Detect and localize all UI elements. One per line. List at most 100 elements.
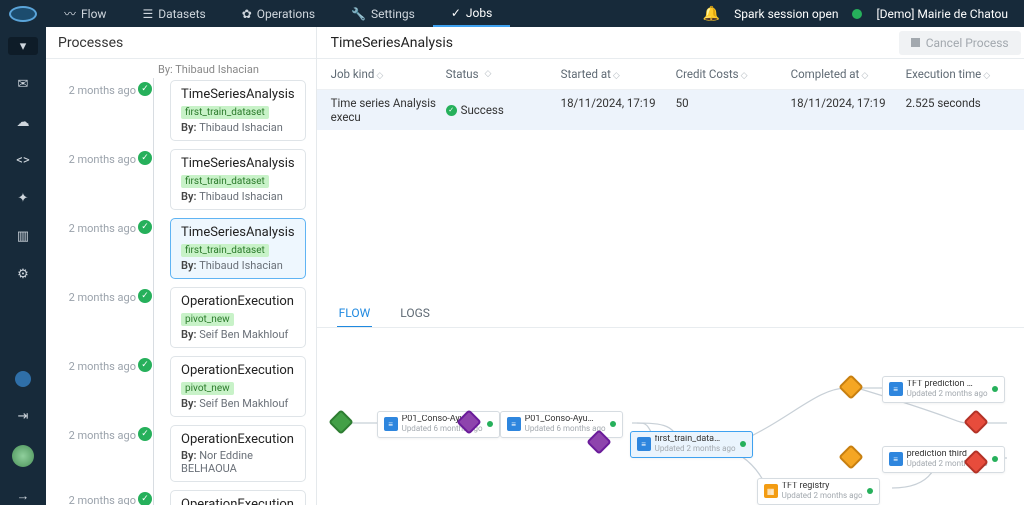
app-logo[interactable]	[0, 0, 46, 27]
flow-op-node[interactable]	[842, 448, 860, 466]
nav-operations-label: Operations	[257, 7, 315, 21]
node-sub: Updated 2 months ago	[655, 445, 736, 454]
process-title: TimeSeriesAnalysis	[181, 225, 295, 240]
process-time: 2 months ago	[69, 153, 136, 166]
process-author: Thibaud Ishacian	[199, 121, 283, 134]
nav-datasets[interactable]: ☰ Datasets	[124, 0, 223, 27]
cell-completed: 18/11/2024, 17:19	[791, 96, 906, 124]
process-item[interactable]: 2 months ago TimeSeriesAnalysis first_tr…	[46, 78, 316, 147]
success-icon	[138, 151, 152, 165]
flow-op-node[interactable]	[590, 433, 608, 451]
status-dot-icon	[487, 421, 493, 427]
col-credit[interactable]: Credit Costs	[676, 67, 739, 81]
process-item[interactable]: 2 months ago OperationExecution pivot_ne…	[46, 285, 316, 354]
user-avatar[interactable]	[12, 445, 34, 467]
flow-op-node[interactable]	[842, 378, 860, 396]
process-item[interactable]: 2 months ago OperationExecution pivot_ne…	[46, 354, 316, 423]
bell-icon[interactable]: 🔔	[703, 6, 720, 22]
main: Processes By: Thibaud Ishacian 2 months …	[46, 27, 1024, 505]
flow-dataset-node[interactable]: ≡P01_Conso-AyusterreUpdated 6 months ago	[377, 411, 500, 438]
nav-operations[interactable]: ✿ Operations	[224, 0, 333, 27]
cell-credit: 50	[676, 96, 791, 124]
sort-icon[interactable]: ◇	[983, 71, 990, 81]
node-sub: Updated 2 months ago	[907, 390, 988, 399]
process-list[interactable]: By: Thibaud Ishacian 2 months ago TimeSe…	[46, 59, 316, 505]
col-completed[interactable]: Completed at	[791, 67, 860, 81]
flow-op-node[interactable]	[967, 453, 985, 471]
flow-op-node[interactable]	[460, 413, 478, 431]
cancel-label: Cancel Process	[926, 36, 1009, 50]
status-dot-icon	[992, 456, 998, 462]
sort-icon[interactable]: ◇	[376, 71, 383, 81]
process-author: Seif Ben Makhlouf	[199, 328, 288, 341]
nav-flow[interactable]: 〰 Flow	[46, 0, 124, 27]
processes-panel: Processes By: Thibaud Ishacian 2 months …	[46, 27, 317, 505]
tab-logs[interactable]: LOGS	[398, 300, 432, 327]
cell-status: Success	[461, 103, 504, 117]
mail-icon[interactable]: ✉	[14, 75, 32, 93]
registry-icon: ▦	[764, 484, 778, 498]
expand-icon[interactable]: →	[14, 487, 32, 505]
flow-op-node[interactable]	[332, 413, 350, 431]
wrench-icon: 🔧	[351, 7, 366, 21]
col-exec[interactable]: Execution time	[906, 67, 982, 81]
col-started[interactable]: Started at	[561, 67, 611, 81]
tenant-label[interactable]: [Demo] Mairie de Chatou	[876, 7, 1008, 21]
process-item-selected[interactable]: 2 months ago TimeSeriesAnalysis first_tr…	[46, 216, 316, 285]
gear-hex-icon	[838, 374, 863, 399]
topbar: 〰 Flow ☰ Datasets ✿ Operations 🔧 Setting…	[0, 0, 1024, 27]
process-tag: first_train_dataset	[181, 106, 269, 119]
detail-title: TimeSeriesAnalysis	[331, 35, 453, 51]
col-status[interactable]: Status	[446, 67, 479, 81]
process-author: Seif Ben Makhlouf	[199, 397, 288, 410]
nav-flow-label: Flow	[81, 7, 106, 21]
topbar-right: 🔔 Spark session open [Demo] Mairie de Ch…	[703, 6, 1024, 22]
process-author: Thibaud Ishacian	[199, 190, 283, 203]
cell-exec: 2.525 seconds	[906, 96, 1021, 124]
code-icon[interactable]: <>	[14, 151, 32, 169]
flow-dataset-node-selected[interactable]: ≡first_train_datasetUpdated 2 months ago	[630, 431, 753, 458]
puzzle-icon[interactable]: ✦	[14, 189, 32, 207]
dataset-icon: ≡	[889, 382, 903, 396]
flow-op-node[interactable]	[967, 413, 985, 431]
sort-icon[interactable]: ◇	[613, 71, 620, 81]
table-row[interactable]: Time series Analysis execu Success 18/11…	[317, 90, 1024, 130]
check-icon: ✓	[451, 6, 461, 20]
tab-flow[interactable]: FLOW	[337, 300, 373, 327]
success-icon	[138, 220, 152, 234]
process-time: 2 months ago	[69, 429, 136, 442]
cancel-process-button[interactable]: Cancel Process	[899, 31, 1021, 55]
process-title: OperationExecution	[181, 363, 295, 378]
collapse-button[interactable]: ▾	[8, 37, 38, 55]
nav-datasets-label: Datasets	[158, 7, 206, 21]
process-author: Thibaud Ishacian	[199, 259, 283, 272]
sort-icon[interactable]: ◇	[741, 71, 748, 81]
gear-icon: ✿	[242, 7, 252, 21]
node-sub: Updated 2 months ago	[782, 492, 863, 501]
chat-icon[interactable]	[15, 371, 31, 387]
chart-icon[interactable]: ▥	[14, 227, 32, 245]
sort-icon[interactable]: ◇	[485, 69, 492, 79]
process-time: 2 months ago	[69, 494, 136, 505]
flow-canvas[interactable]: ≡P01_Conso-AyusterreUpdated 6 months ago…	[317, 328, 1024, 505]
stop-icon	[911, 38, 920, 47]
sort-icon[interactable]: ◇	[861, 71, 868, 81]
process-item[interactable]: 2 months ago TimeSeriesAnalysis first_tr…	[46, 147, 316, 216]
jobs-table: Job kind◇ Status◇ Started at◇ Credit Cos…	[317, 59, 1024, 130]
process-item[interactable]: 2 months ago OperationExecution By: Nor …	[46, 423, 316, 488]
flow-registry-node[interactable]: ▦TFT registryUpdated 2 months ago	[757, 478, 880, 505]
nav-jobs[interactable]: ✓ Jobs	[433, 0, 510, 27]
gear-hex-icon	[328, 409, 353, 434]
process-title: OperationExecution	[181, 497, 295, 505]
cloud-upload-icon[interactable]: ☁	[14, 113, 32, 131]
success-icon	[138, 289, 152, 303]
flow-dataset-node[interactable]: ≡TFT prediction fir...Updated 2 months a…	[882, 376, 1005, 403]
process-stub: By: Thibaud Ishacian	[158, 63, 306, 78]
nav-settings[interactable]: 🔧 Settings	[333, 0, 433, 27]
settings-icon[interactable]: ⚙	[14, 265, 32, 283]
process-item[interactable]: 2 months ago OperationExecution By: Nor …	[46, 488, 316, 505]
col-kind[interactable]: Job kind	[331, 67, 375, 81]
logout-icon[interactable]: ⇥	[14, 407, 32, 425]
process-time: 2 months ago	[69, 360, 136, 373]
process-time: 2 months ago	[69, 84, 136, 97]
